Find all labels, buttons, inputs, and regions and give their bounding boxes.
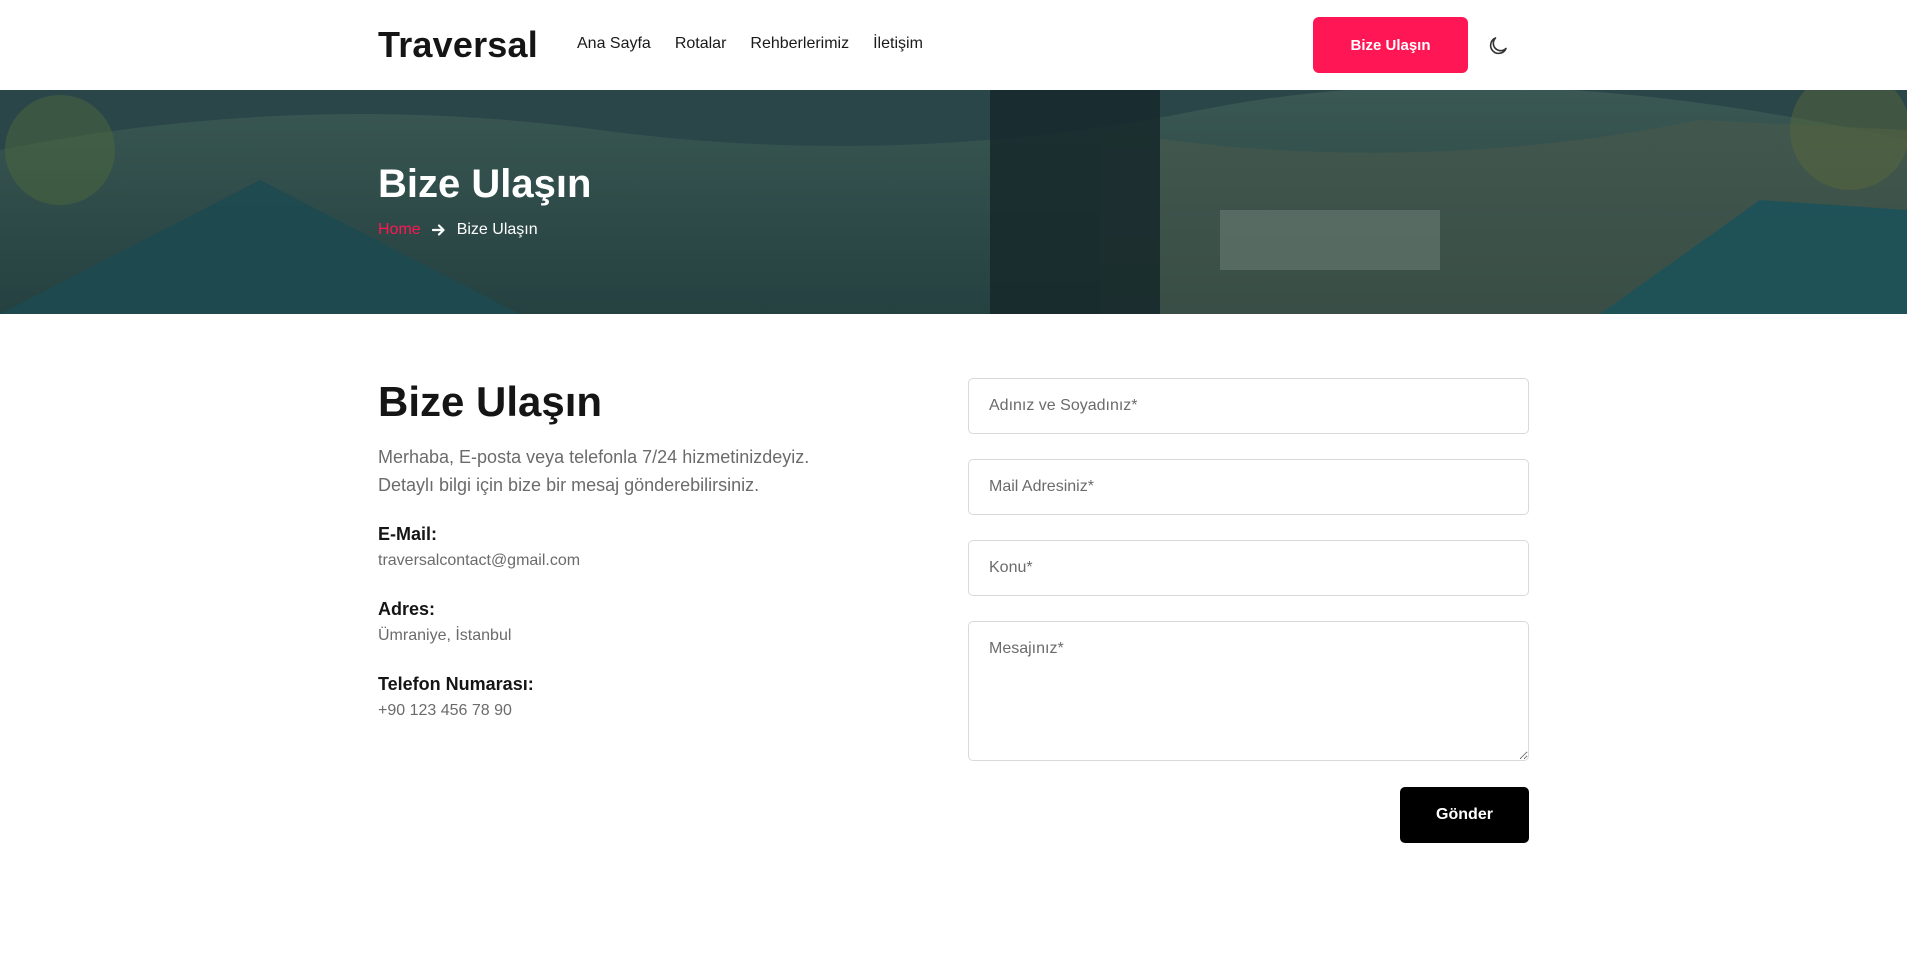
hero-background-image — [0, 90, 1907, 314]
contact-description-line: Merhaba, E-posta veya telefonla 7/24 hiz… — [378, 447, 810, 467]
arrow-right-icon — [431, 224, 445, 236]
message-field[interactable] — [968, 621, 1529, 761]
send-button[interactable]: Gönder — [1400, 787, 1529, 843]
nav-item-contact[interactable]: İletişim — [873, 35, 923, 53]
breadcrumb-home-link[interactable]: Home — [378, 221, 421, 239]
site-header: Traversal Ana Sayfa Rotalar Rehberlerimi… — [0, 0, 1907, 90]
email-value: traversalcontact@gmail.com — [378, 552, 581, 569]
page-hero: Bize Ulaşın Home Bize Ulaşın — [0, 90, 1907, 314]
contact-title: Bize Ulaşın — [378, 378, 603, 425]
address-value: Ümraniye, İstanbul — [378, 627, 512, 644]
name-field[interactable] — [968, 378, 1529, 434]
main-nav: Ana Sayfa Rotalar Rehberlerimiz İletişim — [577, 35, 947, 53]
site-logo[interactable]: Traversal — [378, 24, 538, 66]
breadcrumb: Home Bize Ulaşın — [378, 221, 538, 239]
hero-title: Bize Ulaşın — [378, 162, 592, 206]
breadcrumb-current: Bize Ulaşın — [456, 221, 538, 238]
subject-field[interactable] — [968, 540, 1529, 596]
email-label: E-Mail: — [378, 524, 438, 544]
nav-item-home[interactable]: Ana Sayfa — [577, 35, 651, 53]
nav-item-guides[interactable]: Rehberlerimiz — [750, 35, 849, 53]
phone-label: Telefon Numarası: — [378, 674, 534, 694]
phone-value: +90 123 456 78 90 — [378, 702, 512, 719]
moon-icon[interactable] — [1486, 34, 1510, 58]
contact-us-button[interactable]: Bize Ulaşın — [1313, 17, 1468, 73]
nav-item-routes[interactable]: Rotalar — [675, 35, 727, 53]
contact-description-line: Detaylı bilgi için bize bir mesaj gönder… — [378, 475, 760, 495]
address-label: Adres: — [378, 599, 436, 619]
email-field[interactable] — [968, 459, 1529, 515]
contact-description: Merhaba, E-posta veya telefonla 7/24 hiz… — [378, 443, 858, 499]
